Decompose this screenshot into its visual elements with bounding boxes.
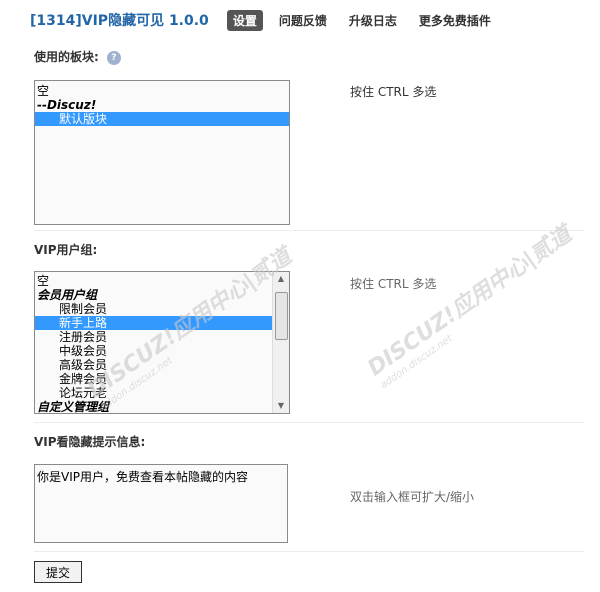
divider	[34, 551, 584, 552]
vip-groups-option[interactable]: 空	[35, 274, 272, 288]
vip-groups-option[interactable]: 论坛元老	[35, 386, 272, 400]
boards-multiselect[interactable]: 空 --Discuz! 默认版块	[34, 80, 290, 225]
boards-section-title: 使用的板块:?	[34, 48, 121, 65]
vip-groups-option[interactable]: 限制会员	[35, 302, 272, 316]
scroll-down-icon[interactable]: ▼	[273, 399, 289, 413]
plugin-header: [1314]VIP隐藏可见 1.0.0 设置 问题反馈 升级日志 更多免费插件	[30, 8, 497, 32]
submit-button[interactable]: 提交	[34, 561, 82, 583]
boards-option[interactable]: 空	[35, 84, 289, 98]
vip-message-textarea[interactable]	[34, 464, 288, 543]
vip-groups-label: VIP用户组:	[34, 243, 98, 257]
watermark: DISCUZ!应用中心|贰道 addon.discuz.net	[363, 221, 577, 392]
help-icon[interactable]: ?	[106, 50, 121, 65]
vip-groups-multiselect[interactable]: 空会员用户组 限制会员 新手上路 注册会员 中级会员 高级会员 金牌会员 论坛元老 自定义管理组…	[34, 271, 290, 414]
boards-options: 空 --Discuz! 默认版块	[35, 81, 289, 126]
vip-groups-option[interactable]: 金牌会员	[35, 372, 272, 386]
vip-groups-option[interactable]: 高级会员	[35, 358, 272, 372]
vip-message-hint: 双击输入框可扩大/缩小	[350, 490, 475, 504]
tab-more-plugins[interactable]: 更多免费插件	[413, 10, 497, 31]
scroll-up-icon[interactable]: ▲	[273, 272, 289, 286]
boards-option[interactable]: 默认版块	[35, 112, 289, 126]
vip-groups-option[interactable]: 注册会员	[35, 330, 272, 344]
tab-feedback[interactable]: 问题反馈	[273, 10, 333, 31]
vip-message-label: VIP看隐藏提示信息:	[34, 435, 146, 449]
plugin-tabs: 设置 问题反馈 升级日志 更多免费插件	[226, 9, 497, 31]
vip-groups-option[interactable]: 新手上路	[35, 316, 272, 330]
divider	[34, 230, 584, 231]
scroll-thumb[interactable]	[275, 292, 288, 340]
tab-settings[interactable]: 设置	[226, 9, 263, 31]
divider	[34, 422, 584, 423]
boards-label: 使用的板块:	[34, 50, 99, 64]
tab-changelog[interactable]: 升级日志	[343, 10, 403, 31]
scrollbar[interactable]: ▲ ▼	[272, 272, 289, 413]
vip-groups-hint: 按住 CTRL 多选	[350, 277, 437, 291]
boards-hint: 按住 CTRL 多选	[350, 85, 437, 99]
vip-groups-option[interactable]: 自定义管理组	[35, 400, 272, 413]
vip-groups-option[interactable]: 会员用户组	[35, 288, 272, 302]
vip-groups-option[interactable]: 中级会员	[35, 344, 272, 358]
vip-groups-options: 空会员用户组 限制会员 新手上路 注册会员 中级会员 高级会员 金牌会员 论坛元老 自定义管理组	[35, 274, 272, 413]
plugin-title: [1314]VIP隐藏可见 1.0.0	[30, 13, 209, 29]
boards-option[interactable]: --Discuz!	[35, 98, 289, 112]
